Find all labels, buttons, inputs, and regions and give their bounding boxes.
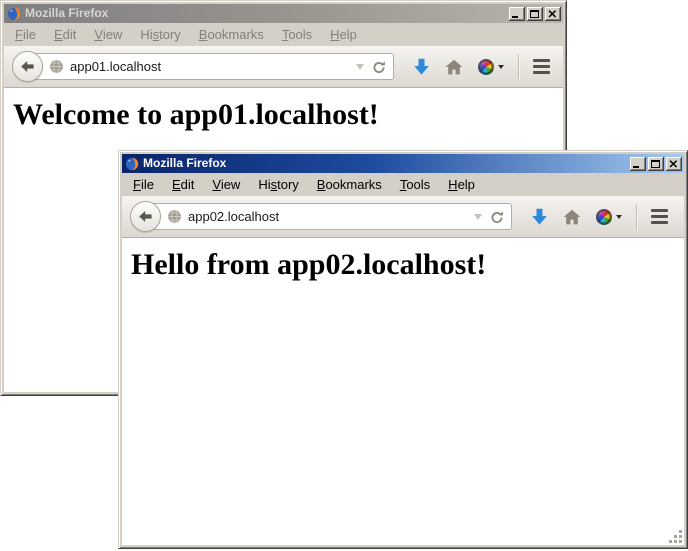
window-title: Mozilla Firefox bbox=[25, 6, 505, 21]
label-post: ile bbox=[23, 27, 36, 42]
home-button[interactable] bbox=[445, 59, 463, 75]
hamburger-menu-button[interactable] bbox=[531, 57, 552, 76]
desktop: { "windows": [ { "title": "Mozilla Firef… bbox=[0, 0, 688, 551]
reload-icon[interactable] bbox=[490, 210, 504, 224]
menu-file[interactable]: File bbox=[124, 174, 163, 195]
menu-edit[interactable]: Edit bbox=[45, 24, 85, 45]
label-pre: Hi bbox=[140, 27, 152, 42]
navigation-toolbar bbox=[122, 196, 684, 238]
menu-history[interactable]: History bbox=[131, 24, 189, 45]
label-key: V bbox=[94, 27, 102, 42]
menu-edit[interactable]: Edit bbox=[163, 174, 203, 195]
menu-bar: File Edit View History Bookmarks Tools H… bbox=[4, 23, 563, 46]
label-post: ools bbox=[406, 177, 430, 192]
label-post: elp bbox=[458, 177, 475, 192]
firefox-logo-icon bbox=[125, 157, 139, 171]
menu-tools[interactable]: Tools bbox=[391, 174, 439, 195]
url-dropdown-icon[interactable] bbox=[355, 63, 365, 71]
label-key: E bbox=[54, 27, 63, 42]
firefox-window-app02[interactable]: Mozilla Firefox File Edit View History B… bbox=[118, 150, 688, 549]
toolbar-separator bbox=[636, 204, 637, 230]
page-heading: Welcome to app01.localhost! bbox=[13, 98, 563, 132]
menu-help[interactable]: Help bbox=[321, 24, 366, 45]
label-post: dit bbox=[63, 27, 77, 42]
close-button[interactable] bbox=[666, 157, 682, 171]
downloads-button[interactable] bbox=[413, 58, 430, 76]
reload-icon[interactable] bbox=[372, 60, 386, 74]
menu-tools[interactable]: Tools bbox=[273, 24, 321, 45]
page-content: Hello from app02.localhost! bbox=[122, 238, 684, 545]
back-arrow-icon bbox=[138, 210, 153, 223]
label-pre: Hi bbox=[258, 177, 270, 192]
maximize-button[interactable] bbox=[648, 157, 664, 171]
label-post: dit bbox=[181, 177, 195, 192]
label-key: F bbox=[133, 177, 141, 192]
window-controls bbox=[630, 157, 682, 171]
home-button[interactable] bbox=[563, 209, 581, 225]
color-wheel-addon-button[interactable] bbox=[596, 209, 622, 225]
label-post: iew bbox=[221, 177, 241, 192]
label-post: ookmarks bbox=[207, 27, 263, 42]
label-key: H bbox=[448, 177, 457, 192]
back-button[interactable] bbox=[12, 51, 43, 82]
menu-history[interactable]: History bbox=[249, 174, 307, 195]
label-key: F bbox=[15, 27, 23, 42]
window-controls bbox=[509, 7, 561, 21]
url-bar[interactable] bbox=[145, 203, 512, 230]
label-post: ools bbox=[288, 27, 312, 42]
home-icon bbox=[445, 59, 463, 75]
color-wheel-icon bbox=[478, 59, 494, 75]
url-dropdown-icon[interactable] bbox=[473, 213, 483, 221]
menu-help[interactable]: Help bbox=[439, 174, 484, 195]
menu-view[interactable]: View bbox=[203, 174, 249, 195]
label-post: iew bbox=[103, 27, 123, 42]
back-button[interactable] bbox=[130, 201, 161, 232]
home-icon bbox=[563, 209, 581, 225]
color-wheel-addon-button[interactable] bbox=[478, 59, 504, 75]
url-bar[interactable] bbox=[27, 53, 394, 80]
download-arrow-icon bbox=[413, 58, 430, 76]
menu-bookmarks[interactable]: Bookmarks bbox=[190, 24, 273, 45]
label-post: tory bbox=[159, 27, 181, 42]
window-title: Mozilla Firefox bbox=[143, 156, 626, 171]
color-wheel-icon bbox=[596, 209, 612, 225]
site-identity-globe-icon[interactable] bbox=[49, 59, 64, 74]
site-identity-globe-icon[interactable] bbox=[167, 209, 182, 224]
minimize-button[interactable] bbox=[509, 7, 525, 21]
chevron-down-icon bbox=[498, 65, 504, 72]
label-post: ookmarks bbox=[325, 177, 381, 192]
toolbar-separator bbox=[518, 54, 519, 80]
label-post: tory bbox=[277, 177, 299, 192]
minimize-button[interactable] bbox=[630, 157, 646, 171]
chevron-down-icon bbox=[616, 215, 622, 222]
label-key: V bbox=[212, 177, 220, 192]
url-input[interactable] bbox=[188, 209, 469, 224]
label-post: ile bbox=[141, 177, 154, 192]
menu-bar: File Edit View History Bookmarks Tools H… bbox=[122, 173, 684, 196]
resize-grip[interactable] bbox=[669, 530, 683, 544]
menu-bookmarks[interactable]: Bookmarks bbox=[308, 174, 391, 195]
menu-view[interactable]: View bbox=[85, 24, 131, 45]
navigation-toolbar bbox=[4, 46, 563, 88]
label-key: E bbox=[172, 177, 181, 192]
titlebar[interactable]: Mozilla Firefox bbox=[4, 4, 563, 23]
downloads-button[interactable] bbox=[531, 208, 548, 226]
hamburger-menu-button[interactable] bbox=[649, 207, 670, 226]
close-button[interactable] bbox=[545, 7, 561, 21]
url-input[interactable] bbox=[70, 59, 351, 74]
back-arrow-icon bbox=[20, 60, 35, 73]
menu-file[interactable]: File bbox=[6, 24, 45, 45]
titlebar[interactable]: Mozilla Firefox bbox=[122, 154, 684, 173]
label-post: elp bbox=[340, 27, 357, 42]
maximize-button[interactable] bbox=[527, 7, 543, 21]
label-key: H bbox=[330, 27, 339, 42]
page-heading: Hello from app02.localhost! bbox=[131, 248, 684, 282]
download-arrow-icon bbox=[531, 208, 548, 226]
firefox-logo-icon bbox=[7, 7, 21, 21]
